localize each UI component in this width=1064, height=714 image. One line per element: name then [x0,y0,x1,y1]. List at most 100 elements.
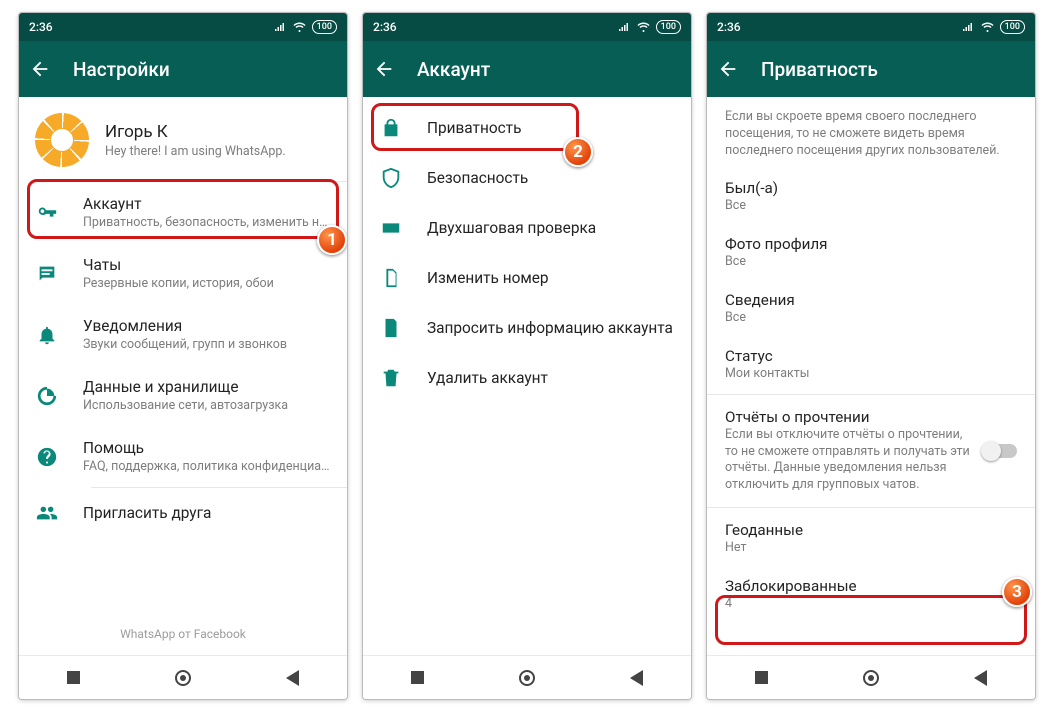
appbar-title: Приватность [761,58,878,81]
privacy-hint: Если вы скроете время своего последнего … [707,97,1035,168]
nav-recent[interactable] [751,667,773,689]
lock-icon [379,116,403,140]
item-title: Чаты [83,256,331,274]
status-time: 2:36 [373,20,397,34]
account-item-delete[interactable]: Удалить аккаунт [363,353,691,403]
status-bar: 2:36 100 [19,13,347,41]
help-icon [35,445,59,469]
data-icon [35,384,59,408]
item-sub: Использование сети, автозагрузка [83,398,331,413]
settings-item-help[interactable]: Помощь FAQ, поддержка, политика конфиден… [19,426,347,487]
nav-home[interactable] [860,667,882,689]
item-sub: Все [725,310,1017,325]
item-title: Отчёты о прочтении [725,408,975,426]
privacy-item-status[interactable]: Статус Мои контакты [707,336,1035,392]
account-item-security[interactable]: Безопасность [363,153,691,203]
wifi-icon [980,21,995,33]
settings-item-data[interactable]: Данные и хранилище Использование сети, а… [19,365,347,426]
nav-bar [707,655,1035,699]
content-area: Игорь К Hey there! I am using WhatsApp. … [19,97,347,655]
appbar-title: Аккаунт [417,58,490,81]
wifi-icon [636,21,651,33]
item-sub: Звуки сообщений, групп и звонков [83,337,331,352]
wifi-icon [292,21,307,33]
back-icon[interactable] [373,58,395,80]
status-icons: 100 [617,20,681,34]
nav-recent[interactable] [63,667,85,689]
account-item-2step[interactable]: Двухшаговая проверка [363,203,691,253]
settings-item-account[interactable]: Аккаунт Приватность, безопасность, измен… [19,182,347,243]
item-sub: Приватность, безопасность, изменить номе… [83,215,331,230]
status-time: 2:36 [29,20,53,34]
status-bar: 2:36 100 [707,13,1035,41]
pin-icon [379,216,403,240]
footer-text: WhatsApp от Facebook [19,617,347,655]
item-title: Геоданные [725,521,1017,539]
nav-bar [19,655,347,699]
privacy-item-last-seen[interactable]: Был(-а) Все [707,168,1035,224]
signal-icon [617,21,631,33]
phone-account: 2:36 100 Аккаунт Приватность Безопасност… [362,12,692,700]
item-title: Запросить информацию аккаунта [427,319,675,337]
document-icon [379,316,403,340]
item-title: Заблокированные [725,577,1017,595]
content-area: Приватность Безопасность Двухшаговая про… [363,97,691,655]
battery-icon: 100 [312,20,337,34]
privacy-item-about[interactable]: Сведения Все [707,280,1035,336]
key-icon [35,201,59,225]
privacy-item-geo[interactable]: Геоданные Нет [707,510,1035,566]
account-item-request-info[interactable]: Запросить информацию аккаунта [363,303,691,353]
content-area: Если вы скроете время своего последнего … [707,97,1035,655]
privacy-item-blocked[interactable]: Заблокированные 4 [707,566,1035,622]
item-sub: FAQ, поддержка, политика конфиденциальн… [83,459,331,474]
phone-privacy: 2:36 100 Приватность Если вы скроете вре… [706,12,1036,700]
appbar-title: Настройки [73,58,170,81]
battery-icon: 100 [1000,20,1025,34]
nav-home[interactable] [516,667,538,689]
privacy-item-read-receipts[interactable]: Отчёты о прочтении Если вы отключите отч… [707,397,1035,506]
trash-icon [379,366,403,390]
back-icon[interactable] [717,58,739,80]
phone-settings: 2:36 100 Настройки Игорь К Hey there! I … [18,12,348,700]
status-bar: 2:36 100 [363,13,691,41]
privacy-item-photo[interactable]: Фото профиля Все [707,224,1035,280]
item-title: Приватность [427,119,675,137]
item-sub: Нет [725,540,1017,555]
item-sub: Резервные копии, история, обои [83,276,331,291]
profile-row[interactable]: Игорь К Hey there! I am using WhatsApp. [19,97,347,181]
item-sub: Если вы отключите отчёты о прочтении, то… [725,427,975,495]
divider [707,394,1035,395]
toggle-off[interactable] [983,444,1017,458]
chat-icon [35,262,59,286]
status-icons: 100 [961,20,1025,34]
settings-item-chats[interactable]: Чаты Резервные копии, история, обои [19,243,347,304]
item-title: Сведения [725,291,1017,309]
item-title: Помощь [83,439,331,457]
item-sub: Все [725,198,1017,213]
settings-item-invite[interactable]: Пригласить друга [19,488,347,538]
nav-back[interactable] [281,667,303,689]
account-item-privacy[interactable]: Приватность [363,103,691,153]
item-title: Аккаунт [83,195,331,213]
nav-back[interactable] [625,667,647,689]
app-bar: Настройки [19,41,347,97]
item-title: Двухшаговая проверка [427,219,675,237]
item-title: Фото профиля [725,235,1017,253]
nav-back[interactable] [969,667,991,689]
item-title: Уведомления [83,317,331,335]
nav-recent[interactable] [407,667,429,689]
signal-icon [273,21,287,33]
signal-icon [961,21,975,33]
item-title: Статус [725,347,1017,365]
item-title: Изменить номер [427,269,675,287]
avatar [35,113,89,167]
battery-icon: 100 [656,20,681,34]
account-item-change-number[interactable]: Изменить номер [363,253,691,303]
app-bar: Приватность [707,41,1035,97]
settings-item-notifications[interactable]: Уведомления Звуки сообщений, групп и зво… [19,304,347,365]
item-title: Пригласить друга [83,504,331,522]
status-time: 2:36 [717,20,741,34]
nav-home[interactable] [172,667,194,689]
back-icon[interactable] [29,58,51,80]
status-icons: 100 [273,20,337,34]
